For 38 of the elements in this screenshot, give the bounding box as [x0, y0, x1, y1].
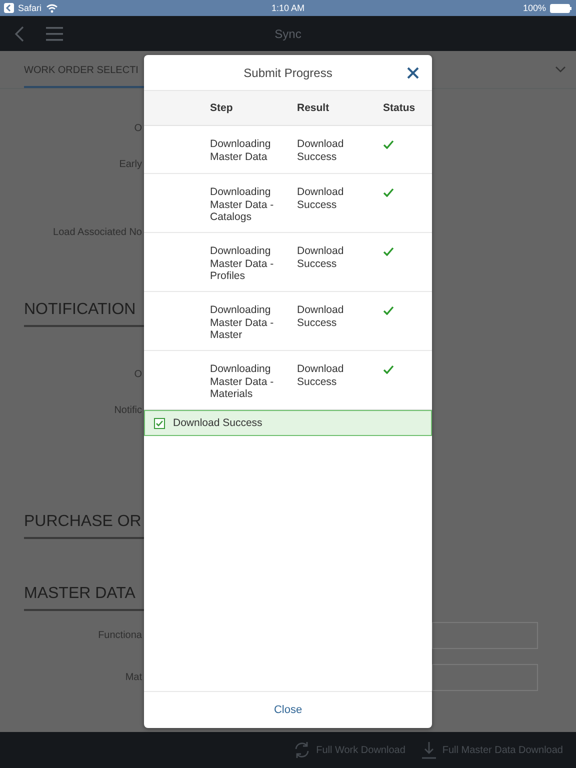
table-cell-text: Download Success	[297, 363, 345, 388]
table-cell-text: Downloading Master Data	[210, 138, 272, 163]
checkbox[interactable]	[154, 418, 165, 428]
nav-title: Sync	[274, 26, 302, 40]
wifi-icon	[46, 4, 58, 12]
status-time: 1:10 AM	[271, 3, 305, 13]
table-cell-text: Download Success	[297, 245, 345, 270]
back-app-label[interactable]: Safari	[18, 3, 42, 13]
field-label: Functiona	[97, 630, 142, 640]
dialog-title: Submit Progress	[244, 66, 332, 80]
field-label: Notific	[113, 404, 142, 416]
refresh-icon[interactable]	[293, 741, 312, 759]
message-text: Download Success	[173, 417, 262, 429]
column-header: Status	[383, 102, 416, 114]
table-cell-text: Downloading Master Data - Master	[210, 304, 275, 342]
battery-icon	[550, 4, 572, 12]
table-cell-text: Downloading Master Data - Materials	[210, 363, 275, 400]
download-icon[interactable]	[421, 741, 438, 759]
table-cell-text: Download Success	[297, 186, 345, 211]
back-icon[interactable]	[14, 26, 24, 42]
toolbar-button[interactable]: Full Master Data Download	[442, 744, 563, 756]
menu-icon[interactable]	[46, 26, 63, 40]
toolbar-button[interactable]: Full Work Download	[316, 744, 406, 756]
back-app-icon[interactable]	[4, 3, 14, 13]
table-cell-text: Download Success	[297, 304, 345, 329]
column-header: Result	[297, 102, 330, 114]
table-cell-text: Downloading Master Data - Catalogs	[210, 186, 275, 224]
battery-percent: 100%	[522, 3, 546, 13]
input-field[interactable]	[432, 664, 538, 690]
field-label: Mat	[124, 672, 142, 682]
table-cell-text: Download Success	[297, 138, 345, 163]
field-label: Early	[118, 158, 142, 170]
close-button[interactable]: Close	[266, 700, 310, 720]
table-cell-text: Downloading Master Data - Profiles	[210, 245, 275, 282]
input-field[interactable]	[432, 622, 538, 648]
column-header: Step	[210, 102, 234, 114]
chevron-down-icon[interactable]	[555, 66, 566, 73]
close-icon[interactable]	[407, 67, 419, 79]
